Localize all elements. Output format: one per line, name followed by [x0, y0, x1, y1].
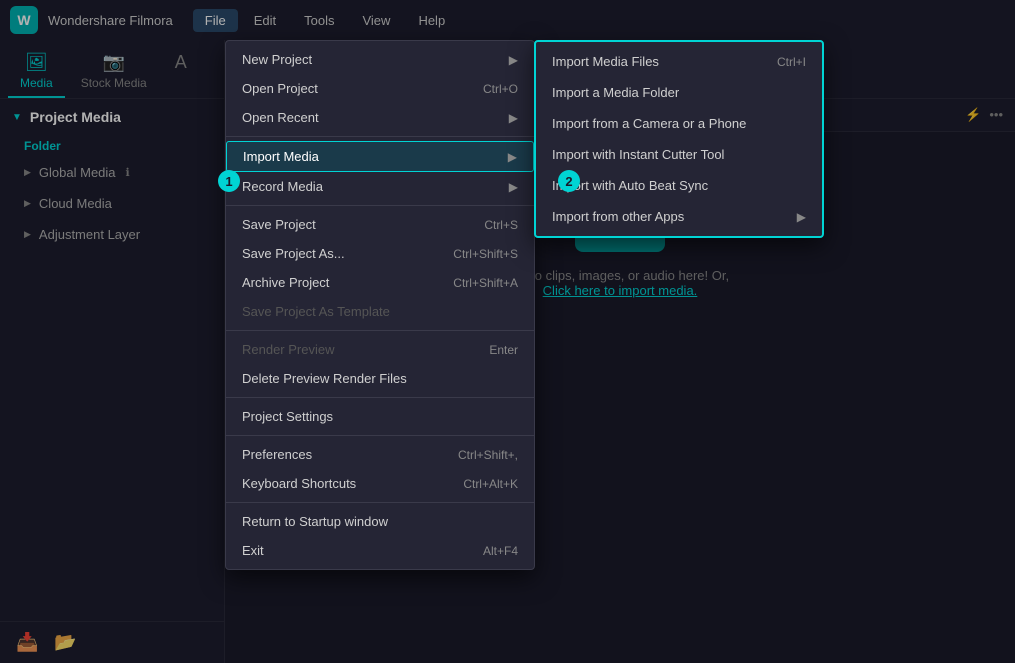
dd-project-settings-label: Project Settings [242, 409, 333, 424]
dd-sep-4 [226, 397, 534, 398]
file-dropdown: New Project ▶ Open Project Ctrl+O Open R… [225, 40, 535, 570]
dd-sep-6 [226, 502, 534, 503]
dd-open-project-label: Open Project [242, 81, 318, 96]
dd-delete-preview[interactable]: Delete Preview Render Files [226, 364, 534, 393]
dd-save-as-template-label: Save Project As Template [242, 304, 390, 319]
sm-import-instant-cutter-label: Import with Instant Cutter Tool [552, 147, 724, 162]
dd-exit-shortcut: Alt+F4 [483, 544, 518, 558]
dd-open-recent[interactable]: Open Recent ▶ [226, 103, 534, 132]
dd-preferences-label: Preferences [242, 447, 312, 462]
sm-import-instant-cutter[interactable]: Import with Instant Cutter Tool [536, 139, 822, 170]
dd-render-preview-shortcut: Enter [489, 343, 518, 357]
dd-import-media[interactable]: Import Media ▶ [226, 141, 534, 172]
dd-save-project-as[interactable]: Save Project As... Ctrl+Shift+S [226, 239, 534, 268]
dd-open-recent-label: Open Recent [242, 110, 319, 125]
sm-import-camera-phone[interactable]: Import from a Camera or a Phone [536, 108, 822, 139]
dd-sep-2 [226, 205, 534, 206]
sm-import-other-apps-arrow: ▶ [797, 210, 806, 224]
dd-sep-5 [226, 435, 534, 436]
sm-import-media-folder[interactable]: Import a Media Folder [536, 77, 822, 108]
sm-import-other-apps-label: Import from other Apps [552, 209, 684, 224]
dd-sep-3 [226, 330, 534, 331]
dd-exit-label: Exit [242, 543, 264, 558]
dd-archive-project-shortcut: Ctrl+Shift+A [453, 276, 518, 290]
dd-render-preview-label: Render Preview [242, 342, 335, 357]
step-badge-1: 1 [218, 170, 240, 192]
dd-delete-preview-label: Delete Preview Render Files [242, 371, 407, 386]
dd-keyboard-shortcuts-shortcut: Ctrl+Alt+K [463, 477, 518, 491]
sm-import-camera-phone-label: Import from a Camera or a Phone [552, 116, 746, 131]
dd-new-project[interactable]: New Project ▶ [226, 45, 534, 74]
dd-preferences[interactable]: Preferences Ctrl+Shift+, [226, 440, 534, 469]
dd-sep-1 [226, 136, 534, 137]
dd-record-media-arrow: ▶ [509, 180, 518, 194]
dd-save-project-label: Save Project [242, 217, 316, 232]
dd-archive-project[interactable]: Archive Project Ctrl+Shift+A [226, 268, 534, 297]
dd-render-preview: Render Preview Enter [226, 335, 534, 364]
dd-new-project-label: New Project [242, 52, 312, 67]
dd-import-media-arrow: ▶ [508, 150, 517, 164]
import-submenu: Import Media Files Ctrl+I Import a Media… [534, 40, 824, 238]
dd-keyboard-shortcuts[interactable]: Keyboard Shortcuts Ctrl+Alt+K [226, 469, 534, 498]
dd-save-project-as-shortcut: Ctrl+Shift+S [453, 247, 518, 261]
dd-preferences-shortcut: Ctrl+Shift+, [458, 448, 518, 462]
dd-return-startup-label: Return to Startup window [242, 514, 388, 529]
dd-project-settings[interactable]: Project Settings [226, 402, 534, 431]
sm-import-media-files[interactable]: Import Media Files Ctrl+I [536, 46, 822, 77]
dd-save-as-template: Save Project As Template [226, 297, 534, 326]
dd-open-project-shortcut: Ctrl+O [483, 82, 518, 96]
dd-archive-project-label: Archive Project [242, 275, 329, 290]
dd-exit[interactable]: Exit Alt+F4 [226, 536, 534, 565]
dd-import-media-label: Import Media [243, 149, 319, 164]
sm-import-media-folder-label: Import a Media Folder [552, 85, 679, 100]
dd-new-project-arrow: ▶ [509, 53, 518, 67]
step-badge-2: 2 [558, 170, 580, 192]
dd-open-recent-arrow: ▶ [509, 111, 518, 125]
dd-return-startup[interactable]: Return to Startup window [226, 507, 534, 536]
sm-import-media-files-shortcut: Ctrl+I [777, 55, 806, 69]
dd-save-project-shortcut: Ctrl+S [484, 218, 518, 232]
dd-save-project[interactable]: Save Project Ctrl+S [226, 210, 534, 239]
dd-open-project[interactable]: Open Project Ctrl+O [226, 74, 534, 103]
dd-keyboard-shortcuts-label: Keyboard Shortcuts [242, 476, 356, 491]
dd-save-project-as-label: Save Project As... [242, 246, 345, 261]
sm-import-media-files-label: Import Media Files [552, 54, 659, 69]
dd-record-media[interactable]: Record Media ▶ [226, 172, 534, 201]
sm-import-other-apps[interactable]: Import from other Apps ▶ [536, 201, 822, 232]
dd-record-media-label: Record Media [242, 179, 323, 194]
